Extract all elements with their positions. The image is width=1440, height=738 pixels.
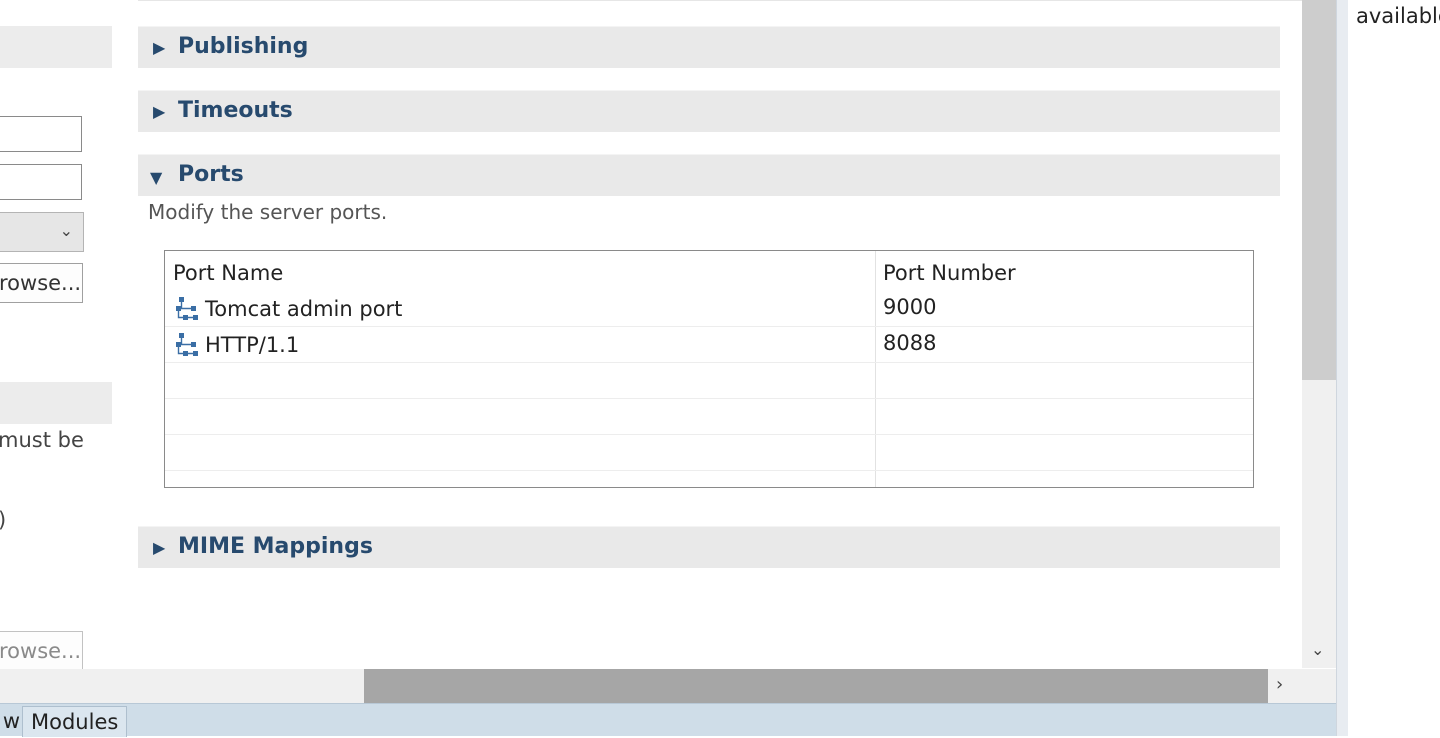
port-icon	[176, 333, 198, 356]
port-icon	[176, 297, 198, 320]
vertical-scrollbar[interactable]: ⌄	[1302, 0, 1336, 668]
left-clipped-text: must be	[0, 428, 84, 452]
column-header-port-number[interactable]: Port Number	[883, 261, 1016, 285]
section-title: Publishing	[178, 34, 309, 59]
section-title: Timeouts	[178, 98, 293, 123]
table-row[interactable]: Tomcat admin port 9000	[165, 291, 1253, 327]
table-row-empty	[165, 363, 1253, 399]
section-ports[interactable]: ▼ Ports	[138, 154, 1280, 196]
left-text-field-2[interactable]	[0, 164, 82, 200]
chevron-down-icon: ⌄	[59, 221, 73, 240]
expand-arrow-icon: ▶	[153, 102, 166, 121]
port-number[interactable]: 8088	[883, 331, 936, 355]
section-title: MIME Mappings	[178, 534, 373, 559]
section-publishing[interactable]: ▶ Publishing	[138, 26, 1280, 68]
table-row[interactable]: HTTP/1.1 8088	[165, 327, 1253, 363]
expand-arrow-icon: ▶	[153, 538, 166, 557]
browse-button-disabled: rowse...	[0, 631, 83, 671]
column-header-port-name[interactable]: Port Name	[173, 261, 283, 285]
table-row-empty	[165, 399, 1253, 435]
right-panel-text: available	[1356, 4, 1440, 28]
editor-tab-bar: w Modules	[0, 703, 1336, 737]
left-dropdown[interactable]: ⌄	[0, 212, 84, 252]
panel-divider[interactable]	[1336, 0, 1348, 736]
scroll-down-icon[interactable]: ⌄	[1311, 640, 1324, 659]
left-section-header-2[interactable]	[0, 382, 112, 424]
table-row-empty	[165, 435, 1253, 471]
left-clipped-paren: )	[0, 508, 6, 532]
horizontal-scrollbar[interactable]: ›	[0, 669, 1302, 703]
port-name: Tomcat admin port	[205, 297, 403, 321]
section-title: Ports	[178, 162, 244, 187]
port-name-cell: HTTP/1.1	[173, 331, 299, 359]
collapse-arrow-icon: ▼	[150, 168, 163, 187]
port-name: HTTP/1.1	[205, 333, 300, 357]
left-section-header[interactable]	[0, 26, 112, 68]
section-timeouts[interactable]: ▶ Timeouts	[138, 90, 1280, 132]
tab-modules[interactable]: Modules	[22, 706, 128, 737]
browse-button[interactable]: rowse...	[0, 263, 83, 303]
vertical-scroll-thumb[interactable]	[1302, 0, 1336, 380]
tab-overview[interactable]: w	[0, 706, 20, 737]
editor-top-border	[138, 0, 1302, 1]
port-name-cell: Tomcat admin port	[173, 295, 402, 323]
section-mime-mappings[interactable]: ▶ MIME Mappings	[138, 526, 1280, 568]
ports-table[interactable]: Port Name Port Number Tomcat admin port …	[164, 250, 1254, 488]
left-text-field-1[interactable]	[0, 116, 82, 152]
right-side-panel: available	[1348, 0, 1440, 736]
port-number[interactable]: 9000	[883, 295, 936, 319]
ports-description: Modify the server ports.	[148, 200, 388, 224]
horizontal-scroll-thumb[interactable]	[364, 669, 1268, 703]
expand-arrow-icon: ▶	[153, 38, 166, 57]
scroll-right-icon[interactable]: ›	[1276, 674, 1283, 695]
scrollbar-corner	[1302, 669, 1336, 703]
